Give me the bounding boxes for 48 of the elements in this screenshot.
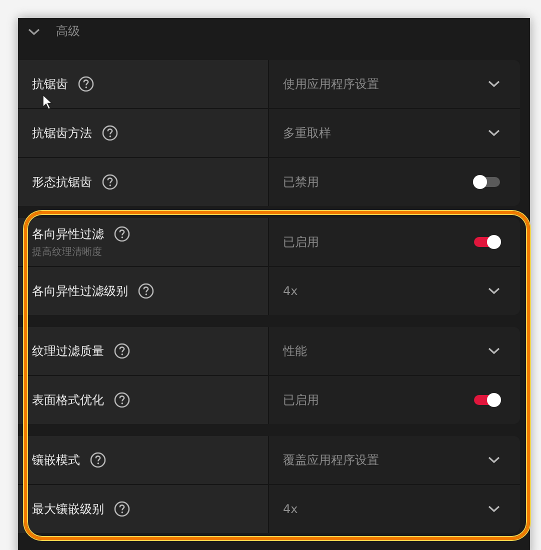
help-icon[interactable]: [102, 174, 118, 190]
chevron-down-icon: [488, 129, 500, 137]
toggle-control[interactable]: 已启用: [269, 218, 520, 266]
chevron-down-icon: [488, 287, 500, 295]
chevron-down-icon: [488, 456, 500, 464]
toggle-control[interactable]: 已禁用: [269, 158, 520, 206]
help-icon[interactable]: [102, 125, 118, 141]
setting-value: 已启用: [283, 234, 319, 250]
setting-value: 已禁用: [283, 174, 319, 190]
setting-value: 使用应用程序设置: [283, 76, 379, 92]
setting-label: 表面格式优化: [32, 392, 104, 408]
setting-value: 4x: [283, 284, 298, 298]
setting-label: 最大镶嵌级别: [32, 500, 104, 518]
dropdown-field[interactable]: 多重取样: [269, 109, 520, 157]
help-icon[interactable]: [114, 343, 130, 359]
chevron-icon[interactable]: [28, 28, 40, 36]
setting-label: 形态抗锯齿: [32, 174, 92, 190]
help-icon[interactable]: [114, 226, 130, 242]
dropdown-field[interactable]: 使用应用程序设置: [269, 60, 520, 108]
chevron-down-icon: [488, 80, 500, 88]
setting-label: 各向异性过滤级别: [32, 282, 128, 300]
setting-value: 4x: [283, 502, 298, 516]
section-title: 高级: [56, 23, 80, 40]
dropdown-field[interactable]: 4x: [269, 485, 520, 533]
toggle-switch[interactable]: [474, 177, 500, 187]
chevron-down-icon: [488, 347, 500, 355]
setting-value: 多重取样: [283, 124, 331, 142]
dropdown-field[interactable]: 覆盖应用程序设置: [269, 436, 520, 484]
help-icon[interactable]: [90, 452, 106, 468]
help-icon[interactable]: [114, 392, 130, 408]
setting-label: 镶嵌模式: [32, 452, 80, 468]
help-icon[interactable]: [78, 76, 94, 92]
setting-value: 性能: [283, 342, 307, 360]
setting-label: 抗锯齿: [32, 76, 68, 92]
toggle-switch[interactable]: [474, 237, 500, 247]
setting-label: 各向异性过滤: [32, 226, 104, 242]
setting-label: 纹理过滤质量: [32, 342, 104, 360]
help-icon[interactable]: [138, 283, 154, 299]
dropdown-field[interactable]: 4x: [269, 267, 520, 315]
setting-label: 抗锯齿方法: [32, 124, 92, 142]
help-icon[interactable]: [114, 501, 130, 517]
toggle-control[interactable]: 已启用: [269, 376, 520, 424]
setting-value: 已启用: [283, 392, 319, 408]
chevron-down-icon: [488, 505, 500, 513]
setting-value: 覆盖应用程序设置: [283, 452, 379, 468]
dropdown-field[interactable]: 性能: [269, 327, 520, 375]
setting-description: 提高纹理清晰度: [32, 246, 103, 258]
toggle-switch[interactable]: [474, 395, 500, 405]
